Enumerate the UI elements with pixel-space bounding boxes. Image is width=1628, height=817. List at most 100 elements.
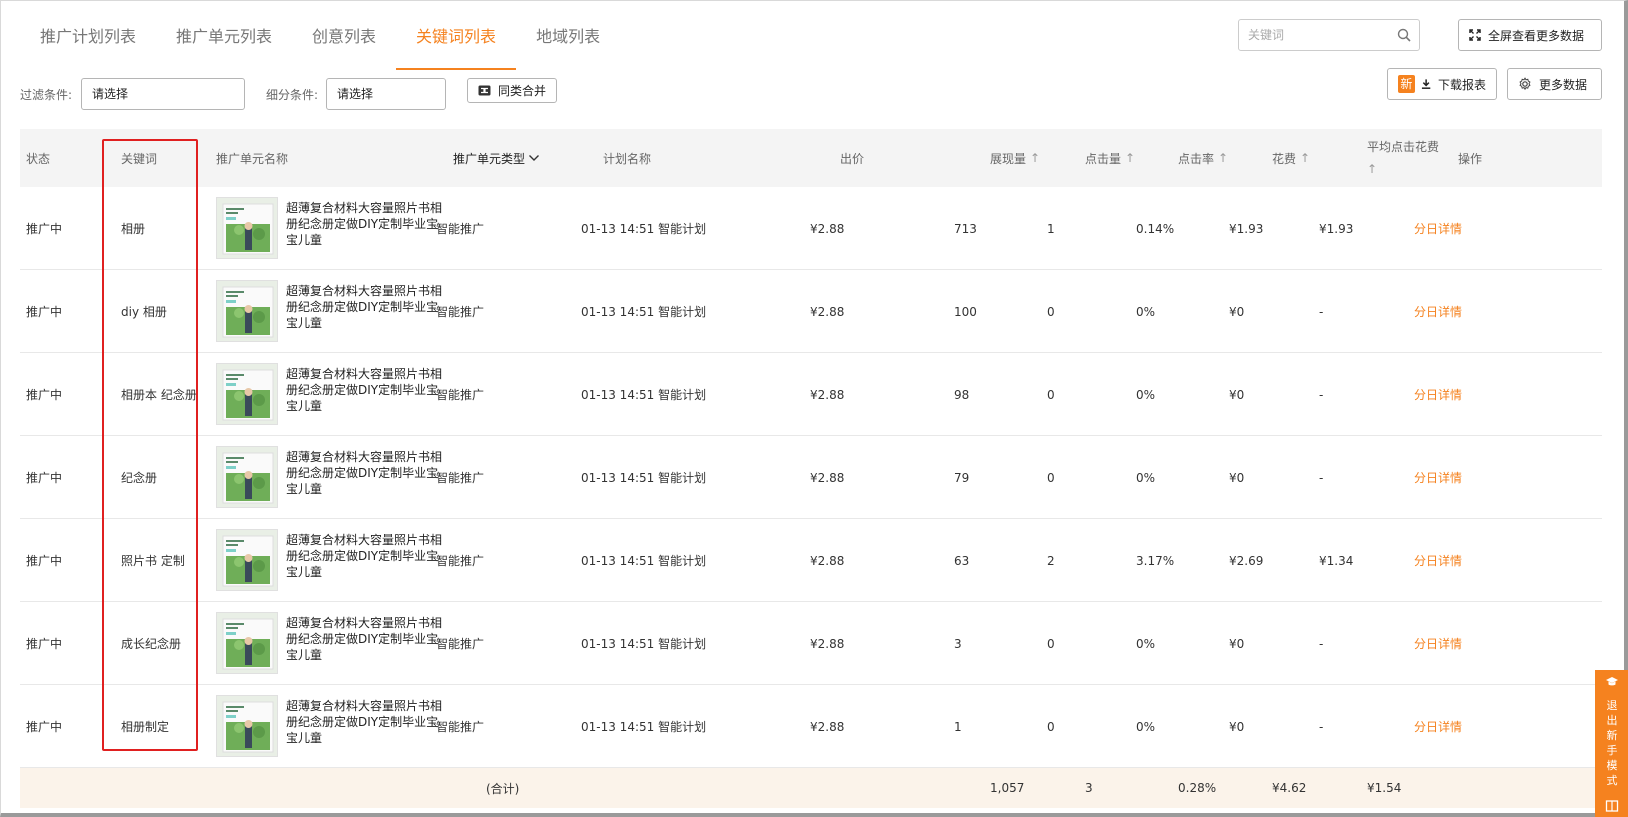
product-image [217, 696, 277, 756]
row-cost: ¥0 [1229, 636, 1245, 651]
sub-filter-select[interactable]: 请选择 [326, 78, 446, 110]
product-thumbnail [216, 446, 278, 508]
table-body: 推广中 相册 超薄复合材料大容量照片书相册纪念册定做DIY定制毕业宝宝儿童 智能… [20, 187, 1602, 768]
search-input[interactable] [1239, 20, 1389, 50]
gear-icon [1519, 77, 1531, 91]
daily-detail-link[interactable]: 分日详情 [1414, 187, 1462, 270]
row-keyword: 照片书 定制 [121, 554, 185, 568]
tab-unit-list[interactable]: 推广单元列表 [156, 12, 292, 70]
row-unit-name[interactable]: 超薄复合材料大容量照片书相册纪念册定做DIY定制毕业宝宝儿童 [286, 532, 446, 580]
row-unit-type: 智能推广 [436, 305, 485, 319]
row-cost: ¥0 [1229, 719, 1245, 734]
row-unit-name[interactable]: 超薄复合材料大容量照片书相册纪念册定做DIY定制毕业宝宝儿童 [286, 283, 446, 331]
filter-select[interactable]: 请选择 [81, 78, 245, 110]
row-ctr: 0.14% [1136, 221, 1175, 236]
daily-detail-link[interactable]: 分日详情 [1414, 685, 1462, 768]
daily-detail-link[interactable]: 分日详情 [1414, 436, 1462, 519]
product-thumbnail [216, 280, 278, 342]
row-unit-name[interactable]: 超薄复合材料大容量照片书相册纪念册定做DIY定制毕业宝宝儿童 [286, 615, 446, 663]
row-unit-name[interactable]: 超薄复合材料大容量照片书相册纪念册定做DIY定制毕业宝宝儿童 [286, 698, 446, 746]
totals-cost: ¥4.62 [1272, 781, 1307, 795]
totals-impressions: 1,057 [990, 781, 1025, 795]
daily-detail-link[interactable]: 分日详情 [1414, 602, 1462, 685]
merge-similar-button[interactable]: 同类合并 [467, 78, 557, 103]
search-icon[interactable] [1397, 28, 1411, 42]
row-ctr: 0% [1136, 304, 1156, 319]
daily-detail-link[interactable]: 分日详情 [1414, 270, 1462, 353]
row-avg-cpc: ¥1.34 [1319, 553, 1354, 568]
row-bid: ¥2.88 [810, 304, 845, 319]
download-report-button[interactable]: 新 下载报表 [1387, 68, 1497, 100]
row-status: 推广中 [26, 305, 63, 319]
row-avg-cpc: ¥1.93 [1319, 221, 1354, 236]
merge-label: 同类合并 [497, 84, 546, 98]
tab-keyword-list[interactable]: 关键词列表 [396, 12, 517, 70]
row-keyword: 相册 [121, 222, 146, 236]
row-clicks: 0 [1047, 387, 1055, 402]
table-row: 推广中 照片书 定制 超薄复合材料大容量照片书相册纪念册定做DIY定制毕业宝宝儿… [20, 519, 1602, 602]
expand-icon [1469, 29, 1481, 41]
col-cost[interactable]: 花费 ↑ [1272, 129, 1310, 187]
sort-up-icon: ↑ [1300, 151, 1311, 165]
row-clicks: 1 [1047, 221, 1055, 236]
col-avg-cpc[interactable]: 平均点击花费 ↑ [1367, 129, 1439, 187]
row-unit-name[interactable]: 超薄复合材料大容量照片书相册纪念册定做DIY定制毕业宝宝儿童 [286, 449, 446, 497]
product-thumbnail [216, 363, 278, 425]
row-plan-name: 01-13 14:51 智能计划 [581, 720, 707, 734]
row-unit-name[interactable]: 超薄复合材料大容量照片书相册纪念册定做DIY定制毕业宝宝儿童 [286, 366, 446, 414]
row-plan-name: 01-13 14:51 智能计划 [581, 388, 707, 402]
row-plan-name: 01-13 14:51 智能计划 [581, 222, 707, 236]
row-plan-name: 01-13 14:51 智能计划 [581, 637, 707, 651]
row-keyword: 成长纪念册 [121, 637, 182, 651]
row-bid: ¥2.88 [810, 719, 845, 734]
row-clicks: 2 [1047, 553, 1055, 568]
row-avg-cpc: - [1319, 304, 1324, 319]
product-image [217, 198, 277, 258]
daily-detail-link[interactable]: 分日详情 [1414, 353, 1462, 436]
row-clicks: 0 [1047, 636, 1055, 651]
tab-bar: 推广计划列表 推广单元列表 创意列表 关键词列表 地域列表 [20, 12, 620, 70]
row-ctr: 0% [1136, 470, 1156, 485]
sort-up-icon: ↑ [1030, 151, 1041, 165]
fullscreen-button[interactable]: 全屏查看更多数据 [1458, 19, 1602, 51]
daily-detail-link[interactable]: 分日详情 [1414, 519, 1462, 602]
tab-region-list[interactable]: 地域列表 [516, 12, 620, 70]
row-impressions: 3 [954, 636, 962, 651]
product-image [217, 530, 277, 590]
row-ctr: 0% [1136, 636, 1156, 651]
row-status: 推广中 [26, 637, 63, 651]
row-plan-name: 01-13 14:51 智能计划 [581, 554, 707, 568]
table-row: 推广中 相册制定 超薄复合材料大容量照片书相册纪念册定做DIY定制毕业宝宝儿童 … [20, 685, 1602, 768]
row-plan-name: 01-13 14:51 智能计划 [581, 471, 707, 485]
totals-ctr: 0.28% [1178, 781, 1217, 795]
row-status: 推广中 [26, 554, 63, 568]
row-bid: ¥2.88 [810, 636, 845, 651]
row-status: 推广中 [26, 720, 63, 734]
chevron-down-icon [529, 155, 540, 161]
totals-clicks: 3 [1085, 781, 1093, 795]
more-data-button[interactable]: 更多数据 [1507, 68, 1602, 100]
row-unit-name[interactable]: 超薄复合材料大容量照片书相册纪念册定做DIY定制毕业宝宝儿童 [286, 200, 446, 248]
row-cost: ¥0 [1229, 387, 1245, 402]
col-impressions[interactable]: 展现量 ↑ [990, 129, 1040, 187]
col-plan-name: 计划名称 [603, 151, 652, 166]
row-status: 推广中 [26, 471, 63, 485]
col-unit-type[interactable]: 推广单元类型 [453, 129, 540, 187]
row-keyword: 相册制定 [121, 720, 170, 734]
row-unit-type: 智能推广 [436, 720, 485, 734]
sort-up-icon: ↑ [1367, 162, 1378, 176]
col-clicks[interactable]: 点击量 ↑ [1085, 129, 1135, 187]
exit-novice-mode-button[interactable]: 退出新手模式 [1595, 670, 1628, 817]
col-ctr[interactable]: 点击率 ↑ [1178, 129, 1228, 187]
table-row: 推广中 diy 相册 超薄复合材料大容量照片书相册纪念册定做DIY定制毕业宝宝儿… [20, 270, 1602, 353]
row-cost: ¥1.93 [1229, 221, 1264, 236]
row-clicks: 0 [1047, 470, 1055, 485]
table-header: 状态 关键词 推广单元名称 推广单元类型 计划名称 出价 展现量 ↑ 点击量 ↑ 点… [20, 129, 1602, 187]
product-thumbnail [216, 197, 278, 259]
row-impressions: 100 [954, 304, 977, 319]
merge-icon [478, 85, 491, 96]
tab-creative-list[interactable]: 创意列表 [292, 12, 396, 70]
tab-plan-list[interactable]: 推广计划列表 [20, 12, 156, 70]
table-row: 推广中 相册本 纪念册 超薄复合材料大容量照片书相册纪念册定做DIY定制毕业宝宝… [20, 353, 1602, 436]
row-keyword: diy 相册 [121, 305, 167, 319]
